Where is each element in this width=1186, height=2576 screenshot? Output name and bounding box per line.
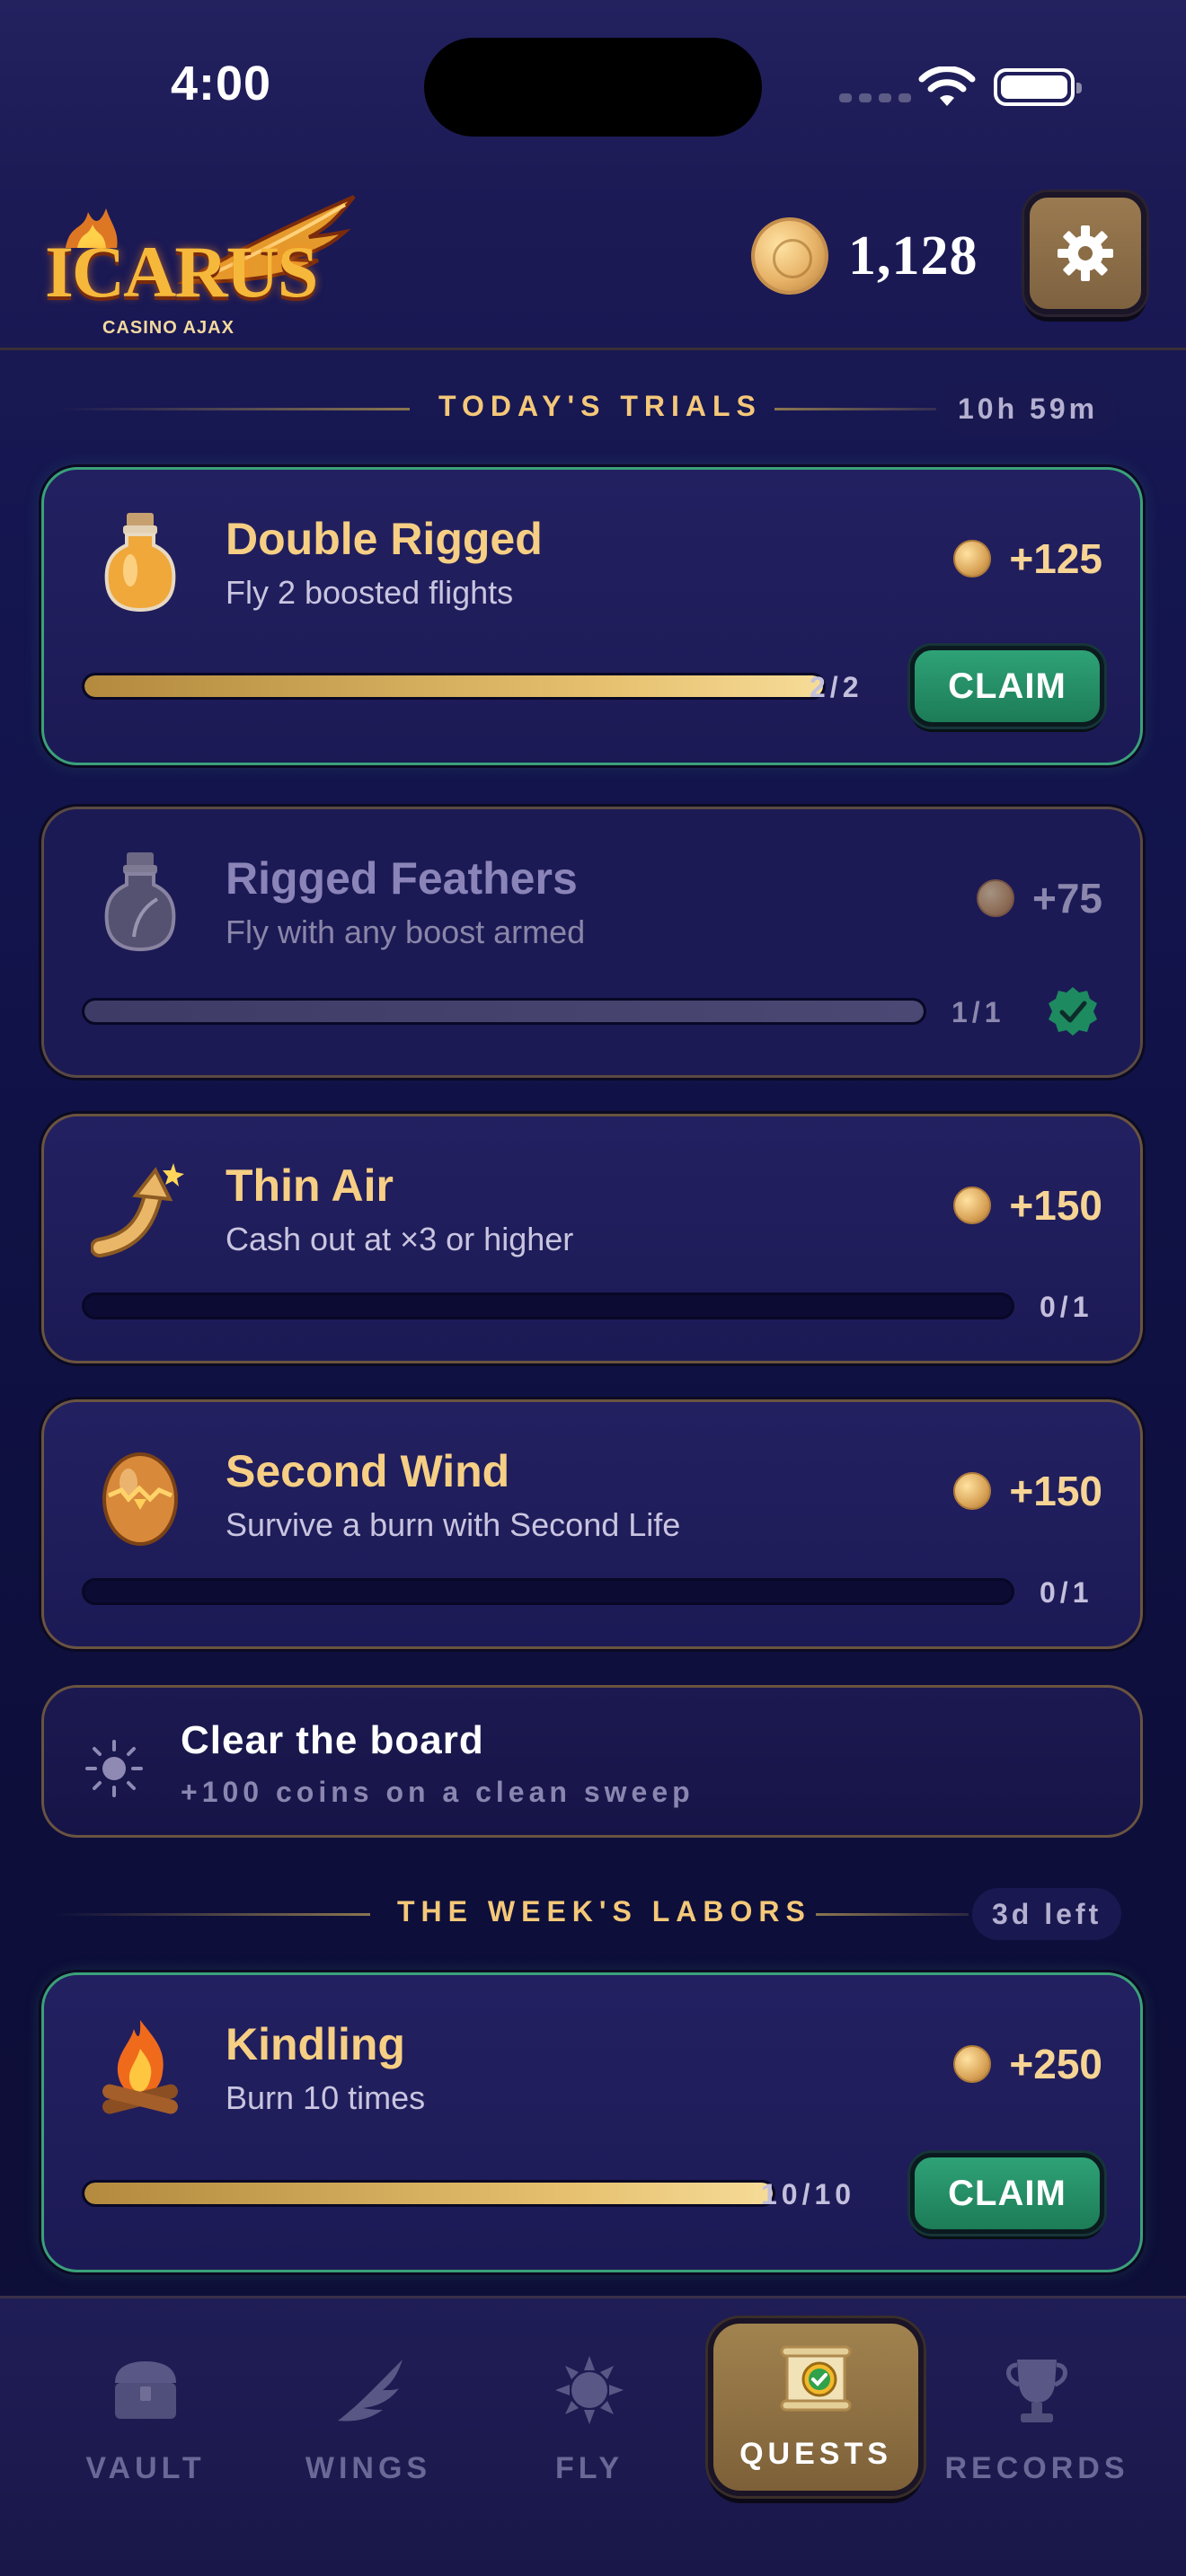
quest-reward: +75 [976, 874, 1102, 922]
quest-card-thin-air: Thin Air Cash out at ×3 or higher +150 0… [41, 1114, 1143, 1363]
clear-board-bonus: Clear the board +100 coins on a clean sw… [41, 1685, 1143, 1838]
rising-arrow-icon [91, 1163, 184, 1257]
claim-button[interactable]: CLAIM [910, 2153, 1104, 2234]
quest-reward: +250 [953, 2040, 1102, 2088]
app-header: ICARUS CASINO AJAX 1,128 [0, 171, 1186, 350]
claim-button[interactable]: CLAIM [910, 646, 1104, 727]
logo-subtitle: CASINO AJAX [102, 318, 235, 338]
quest-title: Second Wind [226, 1446, 510, 1496]
quest-reward-value: +75 [1031, 875, 1102, 922]
coin-icon [976, 879, 1014, 917]
quest-reward: +150 [953, 1181, 1102, 1230]
coin-icon [953, 540, 992, 578]
board-subtitle: +100 coins on a clean sweep [181, 1776, 695, 1808]
quest-progress-bar [82, 2180, 775, 2207]
quest-card-kindling: Kindling Burn 10 times +250 10/10 CLAIM [41, 1972, 1143, 2272]
quest-card-double-rigged: Double Rigged Fly 2 boosted flights +125… [41, 467, 1143, 765]
quest-reward-value: +150 [1009, 1182, 1102, 1229]
quest-progress-text: 2/2 [810, 671, 863, 703]
quest-progress-bar [82, 673, 826, 700]
cracked-egg-icon [102, 1452, 178, 1546]
icarus-logo: ICARUS CASINO AJAX [40, 192, 356, 338]
tab-records[interactable]: RECORDS [938, 2352, 1136, 2514]
bottom-tab-bar: VAULT WINGS FLY QUESTS RECORDS [0, 2296, 1186, 2576]
coin-icon [953, 1472, 992, 1510]
quest-title: Double Rigged [226, 514, 543, 564]
sun-icon [555, 2356, 624, 2424]
quest-title: Thin Air [226, 1160, 394, 1211]
weekly-reset-timer: 3d left [972, 1888, 1122, 1940]
board-title: Clear the board [181, 1718, 484, 1762]
wing-icon [338, 2360, 403, 2422]
settings-button[interactable] [1024, 192, 1146, 314]
tab-label: VAULT [85, 2451, 206, 2485]
quest-description: Cash out at ×3 or higher [226, 1221, 574, 1257]
campfire-icon [102, 2020, 178, 2114]
quest-reward: +150 [953, 1467, 1102, 1515]
completed-check-icon [1049, 987, 1097, 1036]
quest-progress-bar [82, 1292, 1014, 1319]
quest-progress-bar [82, 1578, 1014, 1605]
quest-reward-value: +125 [1009, 535, 1102, 582]
trophy-icon [1006, 2360, 1067, 2422]
daily-reset-timer: 10h 59m [938, 383, 1119, 435]
logo-wordmark: ICARUS [45, 231, 318, 313]
quest-progress-fill [84, 1001, 924, 1022]
status-time: 4:00 [171, 57, 272, 110]
dynamic-island [424, 38, 762, 137]
quest-progress-bar [82, 998, 926, 1025]
quest-progress-text: 10/10 [761, 2178, 856, 2210]
tab-label: QUESTS [739, 2437, 892, 2471]
tab-wings[interactable]: WINGS [270, 2352, 467, 2514]
tab-label: WINGS [305, 2451, 432, 2485]
quest-progress-fill [84, 2183, 773, 2204]
status-bar: 4:00 [0, 0, 1186, 171]
tab-fly[interactable]: FLY [491, 2352, 688, 2514]
treasure-chest-icon [115, 2361, 176, 2419]
coin-icon [953, 2045, 992, 2083]
coin-icon [953, 1187, 992, 1224]
quest-progress-text: 0/1 [1040, 1576, 1093, 1609]
daily-section-header: TODAY'S TRIALS 10h 59m [0, 383, 1186, 437]
weekly-section-header: THE WEEK'S LABORS 3d left [0, 1888, 1186, 1942]
quest-reward-value: +150 [1009, 1468, 1102, 1514]
quest-title: Kindling [226, 2019, 405, 2069]
battery-icon [994, 68, 1082, 106]
feather-bottle-icon [104, 852, 176, 952]
quest-description: Burn 10 times [226, 2079, 426, 2116]
quest-reward: +125 [953, 534, 1102, 583]
quest-card-second-wind: Second Wind Survive a burn with Second L… [41, 1399, 1143, 1649]
quest-description: Survive a burn with Second Life [226, 1506, 681, 1543]
daily-section-title: TODAY'S TRIALS [438, 390, 762, 422]
weekly-section-title: THE WEEK'S LABORS [397, 1895, 811, 1928]
quest-progress-fill [84, 675, 823, 697]
quest-progress-text: 1/1 [951, 996, 1005, 1028]
cellular-signal-icon [839, 93, 911, 102]
quest-reward-value: +250 [1009, 2041, 1102, 2087]
scroll-icon [780, 2345, 852, 2412]
potion-bottle-icon [104, 513, 176, 613]
gear-icon [1058, 225, 1113, 281]
tab-quests[interactable]: QUESTS [708, 2318, 924, 2496]
quest-card-rigged-feathers: Rigged Feathers Fly with any boost armed… [41, 807, 1143, 1078]
coin-balance-value: 1,128 [848, 225, 978, 287]
tab-vault[interactable]: VAULT [47, 2352, 244, 2514]
quest-progress-text: 0/1 [1040, 1291, 1093, 1323]
tab-label: FLY [554, 2451, 624, 2485]
quest-title: Rigged Feathers [226, 853, 578, 904]
quest-description: Fly with any boost armed [226, 913, 586, 950]
wifi-icon [918, 66, 976, 106]
feather-coin-icon [751, 217, 828, 295]
coin-balance: 1,128 [751, 217, 978, 295]
sun-icon [85, 1740, 143, 1797]
tab-label: RECORDS [944, 2451, 1129, 2485]
quest-description: Fly 2 boosted flights [226, 574, 514, 611]
